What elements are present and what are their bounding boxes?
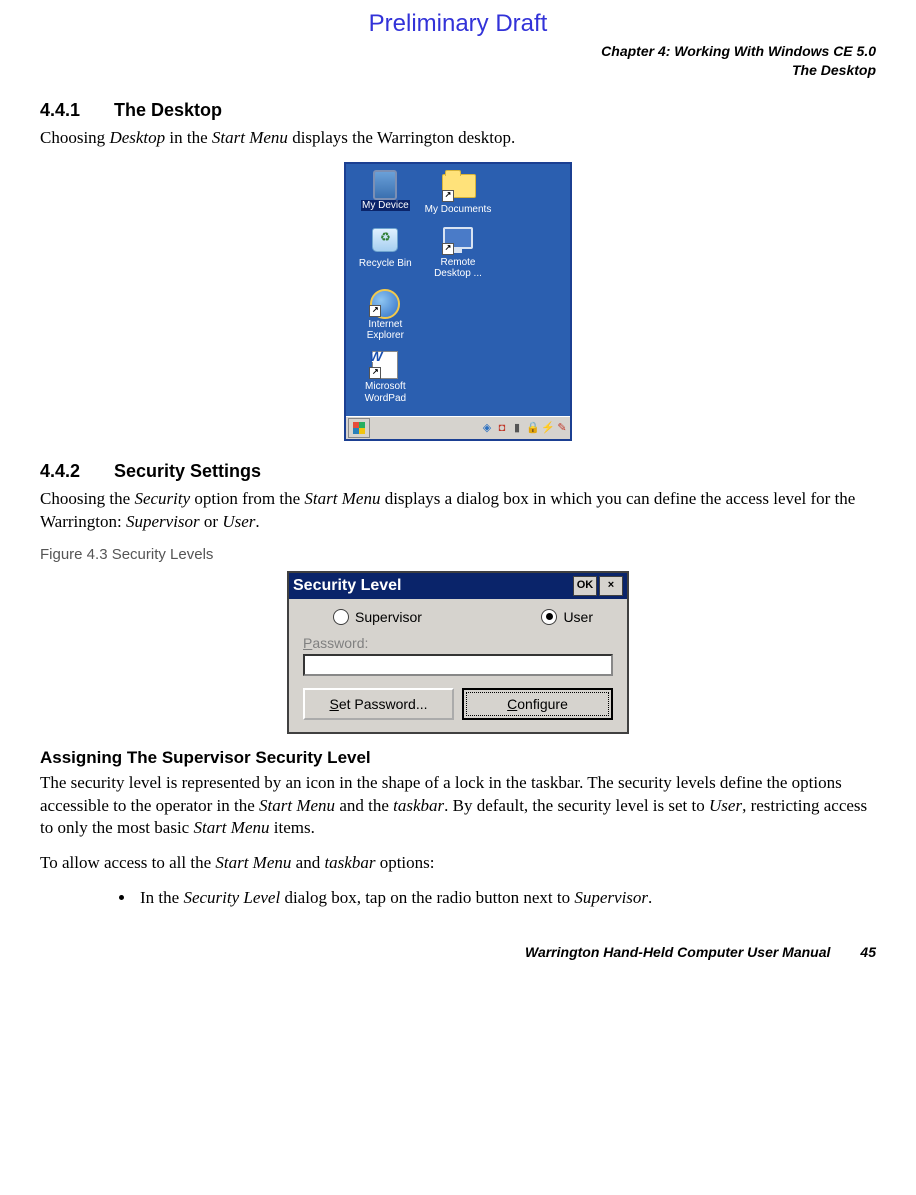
radio-supervisor[interactable]: Supervisor — [333, 609, 422, 625]
header-section: The Desktop — [40, 61, 876, 80]
set-password-button[interactable]: Set Password... — [303, 688, 454, 720]
tray-card-icon[interactable]: ▮ — [511, 421, 523, 434]
figure-caption: Figure 4.3 Security Levels — [40, 546, 876, 563]
subsection-heading: Assigning The Supervisor Security Level — [40, 748, 876, 768]
section-4-4-1: 4.4.1 The Desktop — [40, 100, 876, 121]
footer-title: Warrington Hand-Held Computer User Manua… — [525, 944, 830, 960]
sec1-para1: Choosing Desktop in the Start Menu displ… — [40, 127, 876, 150]
desktop-icon-remote-desktop[interactable]: ↗ Remote Desktop ... — [424, 225, 492, 280]
bullet-list: In the Security Level dialog box, tap on… — [110, 887, 876, 910]
radio-label: Supervisor — [355, 609, 422, 625]
system-tray[interactable]: ◈ ◘ ▮ 🔒 ⚡ ✎ — [481, 421, 568, 434]
desktop-icon-recycle-bin[interactable]: Recycle Bin — [351, 225, 419, 270]
tray-status-icon[interactable]: ◘ — [496, 422, 508, 434]
radio-label: User — [563, 609, 593, 625]
tray-lock-icon[interactable]: 🔒 — [526, 421, 538, 434]
dialog-title-text: Security Level — [293, 577, 402, 595]
section-4-4-2: 4.4.2 Security Settings — [40, 461, 876, 482]
dialog-titlebar[interactable]: Security Level OK × — [289, 573, 627, 599]
taskbar[interactable]: ◈ ◘ ▮ 🔒 ⚡ ✎ — [346, 416, 570, 439]
tray-pen-icon[interactable]: ✎ — [556, 421, 568, 434]
list-item: In the Security Level dialog box, tap on… — [136, 887, 876, 910]
radio-icon — [333, 609, 349, 625]
desktop-icon-internet-explorer[interactable]: ↗ Internet Explorer — [351, 289, 419, 342]
section-title: Security Settings — [114, 461, 261, 482]
password-label: Password: — [303, 635, 613, 651]
sub-para2: To allow access to all the Start Menu an… — [40, 852, 876, 875]
preliminary-draft-watermark: Preliminary Draft — [40, 10, 876, 38]
ok-button[interactable]: OK — [573, 576, 597, 596]
configure-button[interactable]: Configure — [462, 688, 613, 720]
tray-network-icon[interactable]: ◈ — [481, 421, 493, 434]
section-number: 4.4.1 — [40, 100, 110, 121]
footer-page-number: 45 — [860, 944, 876, 960]
sub-para1: The security level is represented by an … — [40, 772, 876, 841]
page-header: Chapter 4: Working With Windows CE 5.0 T… — [40, 42, 876, 80]
header-chapter: Chapter 4: Working With Windows CE 5.0 — [40, 42, 876, 61]
security-level-dialog: Security Level OK × Supervisor User — [287, 571, 629, 734]
page-footer: Warrington Hand-Held Computer User Manua… — [40, 930, 876, 960]
warrington-desktop-screenshot: My Device ↗ My Documents Recycle Bin ↗ R… — [344, 162, 572, 441]
sec2-para1: Choosing the Security option from the St… — [40, 488, 876, 534]
section-title: The Desktop — [114, 100, 222, 121]
tray-plug-icon[interactable]: ⚡ — [541, 421, 553, 434]
close-button[interactable]: × — [599, 576, 623, 596]
section-number: 4.4.2 — [40, 461, 110, 482]
start-button[interactable] — [348, 418, 370, 438]
windows-flag-icon — [353, 422, 365, 434]
desktop-icon-wordpad[interactable]: ↗ Microsoft WordPad — [351, 351, 419, 404]
desktop-icon-my-documents[interactable]: ↗ My Documents — [424, 170, 492, 216]
radio-user[interactable]: User — [541, 609, 593, 625]
password-input[interactable] — [303, 654, 613, 676]
radio-icon — [541, 609, 557, 625]
desktop-icon-my-device[interactable]: My Device — [351, 170, 419, 212]
